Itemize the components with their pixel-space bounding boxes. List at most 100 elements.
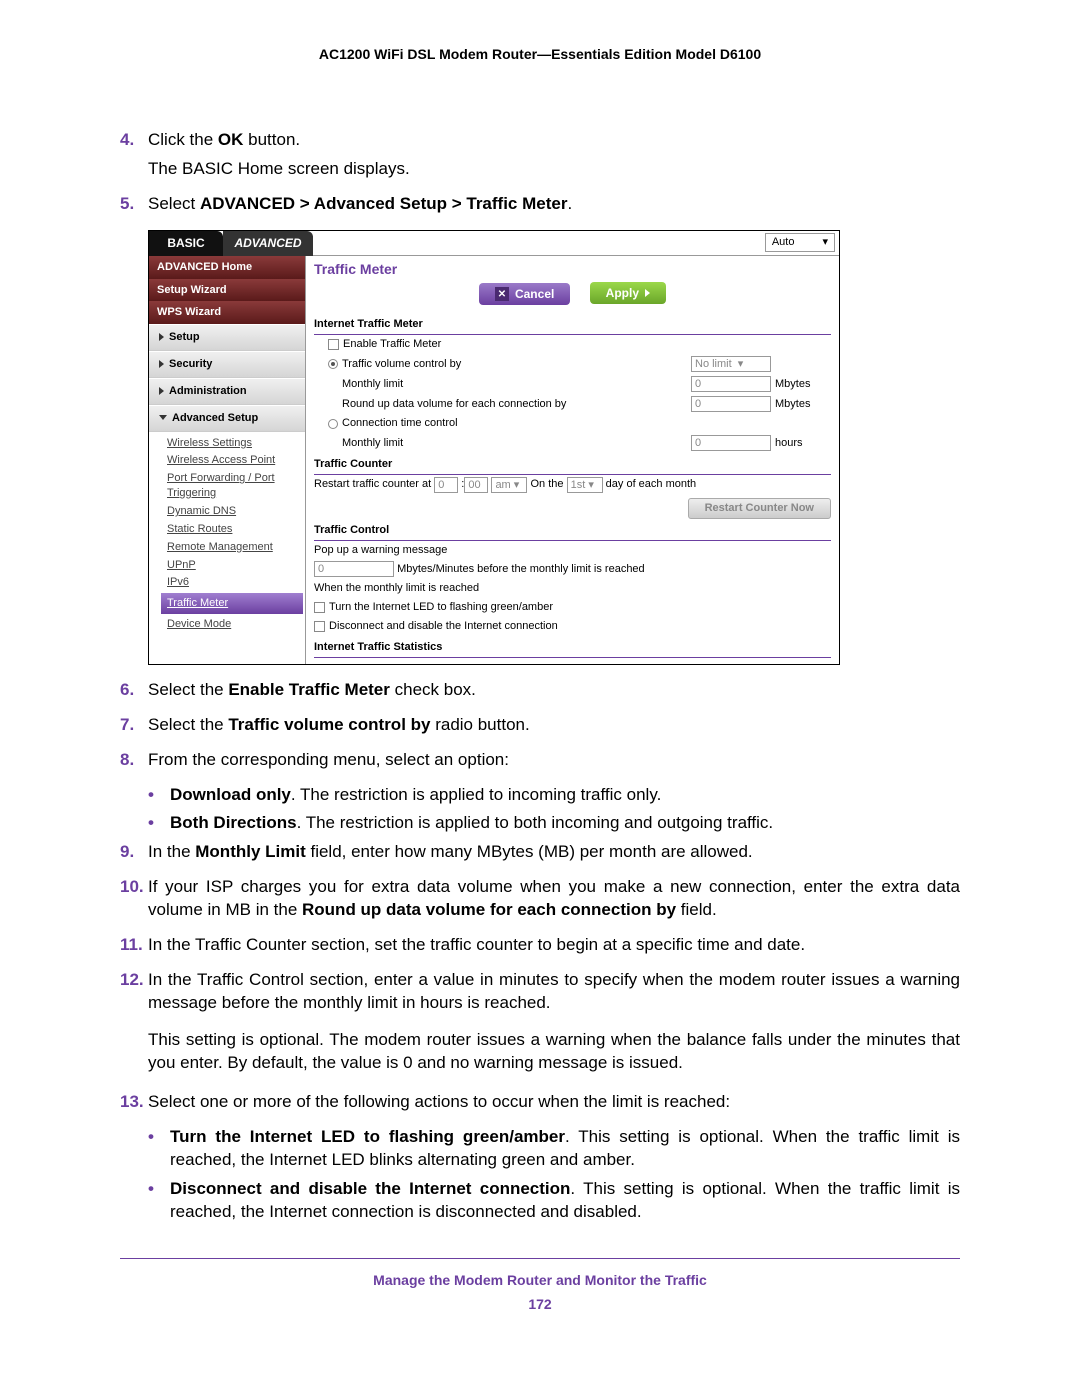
label: Cancel (515, 286, 554, 302)
step-number: 11. (120, 934, 148, 963)
text: check box. (390, 680, 476, 699)
section-internet-traffic-statistics: Internet Traffic Statistics (314, 636, 831, 658)
footer-rule (120, 1258, 960, 1259)
step-number: 8. (120, 749, 148, 778)
step-5: 5. Select ADVANCED > Advanced Setup > Tr… (120, 193, 960, 222)
sidebar-item-setup-wizard[interactable]: Setup Wizard (149, 279, 305, 302)
step-13-bullet-2: • Disconnect and disable the Internet co… (120, 1178, 960, 1224)
sidebar-link-device-mode[interactable]: Device Mode (167, 617, 297, 632)
sidebar-link-ipv6[interactable]: IPv6 (167, 575, 297, 590)
bullet-icon: • (148, 1178, 170, 1224)
step-number: 5. (120, 193, 148, 222)
sidebar-link-dynamic-dns[interactable]: Dynamic DNS (167, 504, 297, 519)
restart-counter-button[interactable]: Restart Counter Now (688, 498, 831, 519)
disconnect-checkbox[interactable] (314, 621, 325, 632)
label: Monthly limit (342, 377, 691, 392)
sidebar-item-wps-wizard[interactable]: WPS Wizard (149, 301, 305, 324)
sidebar-link-port-forwarding[interactable]: Port Forwarding / Port Triggering (167, 471, 297, 501)
text: . The restriction is applied to incoming… (291, 785, 661, 804)
bullet-icon: • (148, 1126, 170, 1172)
text-bold: OK (218, 130, 244, 149)
footer-title: Manage the Modem Router and Monitor the … (120, 1271, 960, 1290)
unit: Mbytes (771, 377, 821, 392)
label: day of each month (606, 477, 697, 492)
sidebar-link-static-routes[interactable]: Static Routes (167, 522, 297, 537)
step-11: 11. In the Traffic Counter section, set … (120, 934, 960, 963)
sidebar-link-wireless-settings[interactable]: Wireless Settings (167, 436, 297, 451)
text: Select the (148, 680, 228, 699)
text: Select one or more of the following acti… (148, 1091, 960, 1114)
sidebar-item-administration[interactable]: Administration (149, 378, 305, 405)
roundup-input[interactable]: 0 (691, 396, 771, 412)
label: Turn the Internet LED to flashing green/… (329, 600, 553, 615)
label: Advanced Setup (172, 412, 258, 424)
sidebar-link-remote-management[interactable]: Remote Management (167, 540, 297, 555)
text: field, enter how many MBytes (MB) per mo… (306, 842, 753, 861)
led-flash-checkbox[interactable] (314, 602, 325, 613)
text: Select the (148, 715, 228, 734)
sidebar-link-traffic-meter[interactable]: Traffic Meter (161, 593, 303, 614)
label: Apply (606, 285, 639, 301)
traffic-volume-select[interactable]: No limit ▾ (691, 356, 771, 372)
text-bold: Traffic volume control by (228, 715, 430, 734)
warning-threshold-input[interactable]: 0 (314, 561, 394, 577)
text-bold: Both Directions (170, 813, 297, 832)
text-bold: Enable Traffic Meter (228, 680, 390, 699)
text-bold: Disconnect and disable the Internet conn… (170, 1179, 570, 1198)
caret-right-icon (159, 360, 164, 368)
bullet-icon: • (148, 784, 170, 807)
step-13-bullet-1: • Turn the Internet LED to flashing gree… (120, 1126, 960, 1172)
text: The BASIC Home screen displays. (148, 158, 960, 181)
apply-button[interactable]: Apply (590, 282, 666, 304)
text: Select (148, 194, 200, 213)
label: On the (531, 477, 564, 492)
text: Click the (148, 130, 218, 149)
tab-basic[interactable]: BASIC (149, 231, 223, 256)
monthly-limit-hours-input[interactable]: 0 (691, 435, 771, 451)
sidebar-item-security[interactable]: Security (149, 351, 305, 378)
cancel-button[interactable]: ✕ Cancel (479, 283, 570, 305)
section-internet-traffic-meter: Internet Traffic Meter (314, 313, 831, 335)
step-6: 6. Select the Enable Traffic Meter check… (120, 679, 960, 708)
unit: hours (771, 436, 821, 451)
footer-page-number: 172 (120, 1295, 960, 1314)
monthly-limit-input[interactable]: 0 (691, 376, 771, 392)
step-number: 4. (120, 129, 148, 187)
value: am (495, 479, 510, 491)
sidebar-item-advanced-setup[interactable]: Advanced Setup (149, 405, 305, 432)
text: In the (148, 842, 195, 861)
tab-advanced[interactable]: ADVANCED (223, 231, 313, 256)
sidebar-link-wireless-ap[interactable]: Wireless Access Point (167, 453, 297, 468)
connection-time-radio[interactable] (328, 419, 338, 429)
day-select[interactable]: 1st ▾ (567, 477, 603, 493)
text: In the Traffic Control section, enter a … (148, 969, 960, 1015)
step-13: 13. Select one or more of the following … (120, 1091, 960, 1120)
enable-traffic-meter-checkbox[interactable] (328, 339, 339, 350)
close-icon: ✕ (495, 287, 509, 301)
step-number: 10. (120, 876, 148, 928)
ampm-select[interactable]: am ▾ (491, 477, 527, 493)
text-bold: Turn the Internet LED to flashing green/… (170, 1127, 565, 1146)
traffic-volume-radio[interactable] (328, 359, 338, 369)
caret-right-icon (159, 387, 164, 395)
auto-dropdown[interactable]: Auto▾ (765, 233, 835, 252)
chevron-down-icon: ▾ (822, 235, 828, 250)
arrow-right-icon (645, 289, 650, 297)
text: This setting is optional. The modem rout… (148, 1029, 960, 1075)
label: Disconnect and disable the Internet conn… (329, 619, 558, 634)
caret-right-icon (159, 333, 164, 341)
label: Traffic volume control by (342, 357, 691, 372)
tab-bar: Auto▾ (313, 231, 839, 256)
restart-min-input[interactable]: 00 (464, 477, 488, 493)
label: Round up data volume for each connection… (342, 397, 691, 412)
sidebar-link-upnp[interactable]: UPnP (167, 558, 297, 573)
text: From the corresponding menu, select an o… (148, 749, 960, 772)
text: radio button. (430, 715, 529, 734)
restart-hour-input[interactable]: 0 (434, 477, 458, 493)
sidebar-item-setup[interactable]: Setup (149, 324, 305, 351)
value: No limit (695, 358, 732, 370)
text-bold: Download only (170, 785, 291, 804)
sidebar-item-advanced-home[interactable]: ADVANCED Home (149, 256, 305, 279)
step-number: 6. (120, 679, 148, 708)
sidebar-submenu: Wireless Settings Wireless Access Point … (149, 432, 305, 632)
